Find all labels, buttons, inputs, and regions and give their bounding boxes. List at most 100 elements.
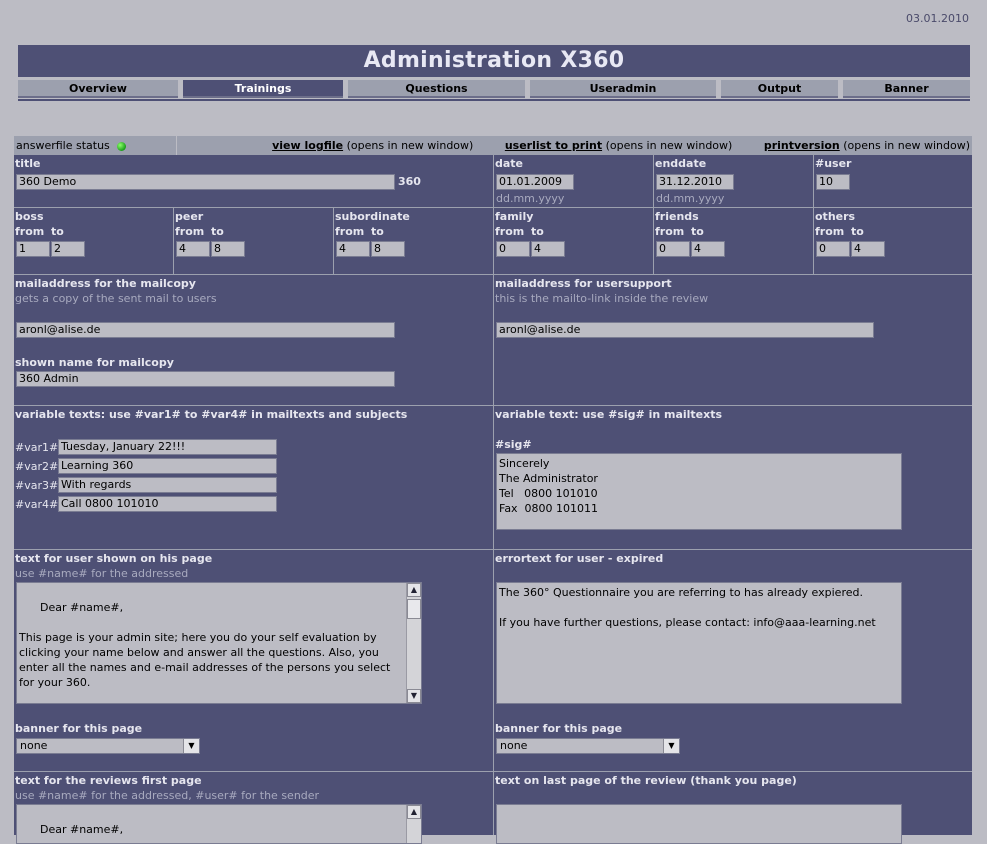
nav-divider <box>18 99 970 101</box>
group-name: peer <box>175 210 204 223</box>
tab-banner[interactable]: Banner <box>843 80 970 98</box>
enddate-input[interactable]: 31.12.2010 <box>656 174 734 190</box>
userpage-scrollbar[interactable]: ▲ ▼ <box>406 583 421 703</box>
mailcopy-input[interactable]: aronl@alise.de <box>16 322 395 338</box>
to-label: to <box>211 225 224 238</box>
expired-textarea[interactable]: The 360° Questionnaire you are referring… <box>496 582 902 704</box>
tab-trainings[interactable]: Trainings <box>183 80 343 98</box>
review-first-cell: text for the reviews first page use #nam… <box>14 772 494 844</box>
user-count-label: #user <box>815 157 852 170</box>
group-subordinate: subordinate from to 4 8 <box>334 208 494 275</box>
to-label: to <box>371 225 384 238</box>
date-format-hint: dd.mm.yyyy <box>496 192 565 205</box>
scroll-up-icon[interactable]: ▲ <box>407 805 421 819</box>
boss-from-input[interactable]: 1 <box>16 241 50 257</box>
from-label: from <box>15 225 45 238</box>
usersupport-input[interactable]: aronl@alise.de <box>496 322 874 338</box>
date-label: date <box>495 157 524 170</box>
answerfile-status: answerfile status <box>14 136 177 155</box>
user-count-input[interactable]: 10 <box>816 174 850 190</box>
vartexts-label: variable texts: use #var1# to #var4# in … <box>15 408 408 421</box>
userpage-hint: use #name# for the addressed <box>15 567 189 580</box>
mailcopy-cell: mailaddress for the mailcopy gets a copy… <box>14 275 494 406</box>
group-others: others from to 0 4 <box>814 208 972 275</box>
group-name: boss <box>15 210 44 223</box>
to-label: to <box>851 225 864 238</box>
expired-cell: errortext for user - expired The 360° Qu… <box>494 550 972 772</box>
family-to-input[interactable]: 4 <box>531 241 565 257</box>
banner-label: banner for this page <box>495 722 623 735</box>
subordinate-to-input[interactable]: 8 <box>371 241 405 257</box>
others-to-input[interactable]: 4 <box>851 241 885 257</box>
mailcopy-hint: gets a copy of the sent mail to users <box>15 292 217 305</box>
review-first-label: text for the reviews first page <box>15 774 202 787</box>
var2-key: #var2# <box>15 460 59 473</box>
tab-overview[interactable]: Overview <box>18 80 178 98</box>
chevron-down-icon[interactable]: ▼ <box>183 739 199 753</box>
banner-label: banner for this page <box>15 722 143 735</box>
scroll-up-icon[interactable]: ▲ <box>407 583 421 597</box>
expired-label: errortext for user - expired <box>495 552 664 565</box>
shownname-input[interactable]: 360 Admin <box>16 371 395 387</box>
subordinate-from-input[interactable]: 4 <box>336 241 370 257</box>
tab-questions[interactable]: Questions <box>348 80 525 98</box>
tab-output[interactable]: Output <box>721 80 838 98</box>
group-name: subordinate <box>335 210 410 223</box>
var2-input[interactable]: Learning 360 <box>58 458 277 474</box>
userpage-textarea[interactable]: Dear #name#, This page is your admin sit… <box>16 582 422 704</box>
review-last-textarea[interactable] <box>496 804 902 844</box>
from-label: from <box>815 225 845 238</box>
review-last-cell: text on last page of the review (thank y… <box>494 772 972 844</box>
banner-select-right[interactable]: none ▼ <box>496 738 680 754</box>
sig-textarea[interactable]: Sincerely The Administrator Tel 0800 101… <box>496 453 902 530</box>
enddate-cell: enddate 31.12.2010 dd.mm.yyyy <box>654 155 814 208</box>
date-input[interactable]: 01.01.2009 <box>496 174 574 190</box>
chevron-down-icon[interactable]: ▼ <box>663 739 679 753</box>
boss-to-input[interactable]: 2 <box>51 241 85 257</box>
user-count-cell: #user 10 <box>814 155 972 208</box>
userpage-cell: text for user shown on his page use #nam… <box>14 550 494 772</box>
peer-from-input[interactable]: 4 <box>176 241 210 257</box>
scroll-down-icon[interactable]: ▼ <box>407 689 421 703</box>
family-from-input[interactable]: 0 <box>496 241 530 257</box>
status-links: view logfile (opens in new window) userl… <box>244 136 970 155</box>
group-peer: peer from to 4 8 <box>174 208 334 275</box>
var3-key: #var3# <box>15 479 59 492</box>
review-first-hint: use #name# for the addressed, #user# for… <box>15 789 320 802</box>
var1-input[interactable]: Tuesday, January 22!!! <box>58 439 277 455</box>
userlist-print-link[interactable]: userlist to print <box>505 139 602 152</box>
var3-input[interactable]: With regards <box>58 477 277 493</box>
link-note: (opens in new window) <box>602 139 733 152</box>
to-label: to <box>691 225 704 238</box>
settings-form: title 360 Demo 360 date 01.01.2009 dd.mm… <box>14 155 972 844</box>
scroll-thumb[interactable] <box>407 599 421 619</box>
var4-input[interactable]: Call 0800 101010 <box>58 496 277 512</box>
usersupport-hint: this is the mailto-link inside the revie… <box>495 292 709 305</box>
from-label: from <box>495 225 525 238</box>
status-bar: answerfile status view logfile (opens in… <box>14 136 972 155</box>
others-from-input[interactable]: 0 <box>816 241 850 257</box>
friends-to-input[interactable]: 4 <box>691 241 725 257</box>
to-label: to <box>51 225 64 238</box>
peer-to-input[interactable]: 8 <box>211 241 245 257</box>
banner-select-left[interactable]: none ▼ <box>16 738 200 754</box>
review-first-scrollbar[interactable]: ▲ <box>406 805 421 843</box>
vartexts-cell: variable texts: use #var1# to #var4# in … <box>14 406 494 550</box>
var1-key: #var1# <box>15 441 59 454</box>
usersupport-label: mailaddress for usersupport <box>495 277 672 290</box>
from-label: from <box>175 225 205 238</box>
group-boss: boss from to 1 2 <box>14 208 174 275</box>
printversion-link[interactable]: printversion <box>764 139 840 152</box>
usersupport-cell: mailaddress for usersupport this is the … <box>494 275 972 406</box>
main-nav: Overview Trainings Questions Useradmin O… <box>18 80 970 98</box>
tab-useradmin[interactable]: Useradmin <box>530 80 716 98</box>
link-note: (opens in new window) <box>839 139 970 152</box>
var4-key: #var4# <box>15 498 59 511</box>
friends-from-input[interactable]: 0 <box>656 241 690 257</box>
view-logfile-link[interactable]: view logfile <box>272 139 343 152</box>
green-led-icon <box>117 141 127 151</box>
group-name: others <box>815 210 856 223</box>
title-input[interactable]: 360 Demo <box>16 174 395 190</box>
review-first-textarea[interactable]: Dear #name#, ▲ <box>16 804 422 844</box>
from-label: from <box>335 225 365 238</box>
